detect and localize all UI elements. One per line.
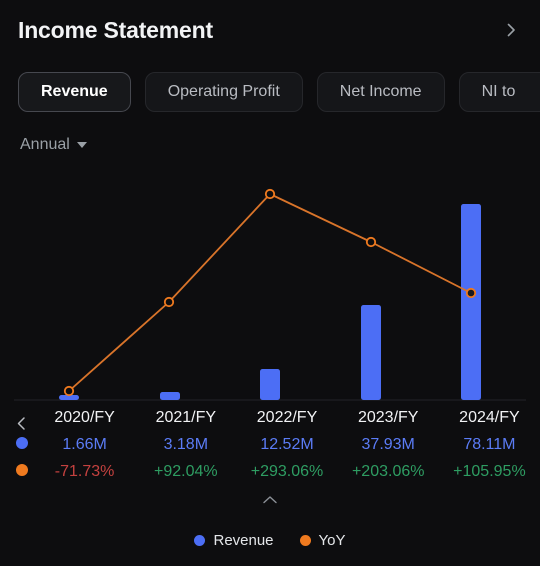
table-column-2020[interactable]: 2020/FY 1.66M -71.73% — [34, 405, 135, 487]
bar-series-revenue — [59, 204, 481, 400]
chevron-down-icon — [76, 142, 87, 148]
legend-label: YoY — [318, 531, 346, 549]
legend-item-yoy[interactable]: YoY — [299, 531, 346, 549]
column-year: 2024/FY — [459, 409, 520, 426]
data-table: 2020/FY 1.66M -71.73% 2021/FY 3.18M +92.… — [0, 405, 540, 487]
table-column-2022[interactable]: 2022/FY 12.52M +293.06% — [236, 405, 337, 487]
widget-header: Income Statement — [0, 0, 540, 60]
tab-label: Operating Profit — [167, 83, 280, 100]
chart-legend: Revenue YoY — [0, 528, 540, 552]
row-marker-revenue — [16, 437, 28, 449]
line-series-yoy — [63, 188, 477, 397]
column-year: 2022/FY — [256, 409, 318, 426]
page-title: Income Statement — [18, 16, 213, 43]
column-yoy: -71.73% — [54, 463, 115, 480]
tab-ni-to[interactable]: NI to — [458, 72, 540, 112]
column-revenue: 1.66M — [62, 436, 107, 453]
chart-canvas — [14, 188, 526, 401]
tab-operating-profit[interactable]: Operating Profit — [144, 72, 303, 112]
tab-label: NI to — [481, 83, 516, 100]
legend-item-revenue[interactable]: Revenue — [194, 531, 274, 549]
tab-net-income[interactable]: Net Income — [316, 72, 445, 112]
column-yoy: +92.04% — [154, 463, 218, 480]
table-column-2023[interactable]: 2023/FY 37.93M +203.06% — [338, 405, 439, 487]
column-revenue: 3.18M — [163, 436, 209, 453]
legend-label: Revenue — [213, 531, 274, 549]
yoy-point-2021[interactable] — [163, 296, 175, 308]
period-selector[interactable]: Annual — [20, 136, 87, 154]
metric-tabs[interactable]: Revenue Operating Profit Net Income NI t… — [0, 70, 540, 114]
table-column-2024[interactable]: 2024/FY 78.11M +105.95% — [439, 405, 540, 487]
bar-2024[interactable] — [461, 204, 481, 400]
table-columns: 2020/FY 1.66M -71.73% 2021/FY 3.18M +92.… — [34, 405, 540, 487]
legend-swatch-yoy — [299, 534, 311, 546]
column-year: 2023/FY — [357, 409, 419, 426]
table-column-2021[interactable]: 2021/FY 3.18M +92.04% — [135, 405, 236, 487]
bar-2021[interactable] — [160, 392, 180, 400]
column-yoy: +105.95% — [453, 463, 526, 480]
chevron-left-icon[interactable] — [13, 414, 29, 432]
column-revenue: 12.52M — [260, 436, 314, 453]
yoy-point-2022[interactable] — [264, 188, 276, 200]
column-yoy: +203.06% — [351, 463, 425, 480]
chevron-up-icon[interactable] — [0, 490, 540, 510]
column-year: 2021/FY — [155, 409, 217, 426]
yoy-point-2023[interactable] — [365, 236, 377, 248]
tab-label: Revenue — [41, 83, 108, 100]
column-revenue: 78.11M — [463, 436, 516, 453]
tab-label: Net Income — [339, 83, 422, 100]
row-marker-yoy — [16, 464, 28, 476]
yoy-point-2024[interactable] — [465, 287, 477, 299]
period-label: Annual — [20, 136, 70, 153]
bar-2022[interactable] — [260, 369, 280, 400]
income-statement-widget: Income Statement Revenue Operating Profi… — [0, 0, 540, 566]
bar-2023[interactable] — [361, 305, 381, 400]
table-gutter — [0, 405, 36, 487]
column-year: 2020/FY — [54, 409, 115, 426]
revenue-chart[interactable] — [0, 170, 540, 405]
column-revenue: 37.93M — [361, 436, 415, 453]
chevron-right-icon[interactable] — [500, 19, 522, 41]
yoy-line — [68, 193, 472, 392]
yoy-point-2020[interactable] — [63, 385, 75, 397]
column-yoy: +293.06% — [250, 463, 324, 480]
tab-revenue[interactable]: Revenue — [18, 72, 131, 112]
legend-swatch-revenue — [194, 534, 206, 546]
